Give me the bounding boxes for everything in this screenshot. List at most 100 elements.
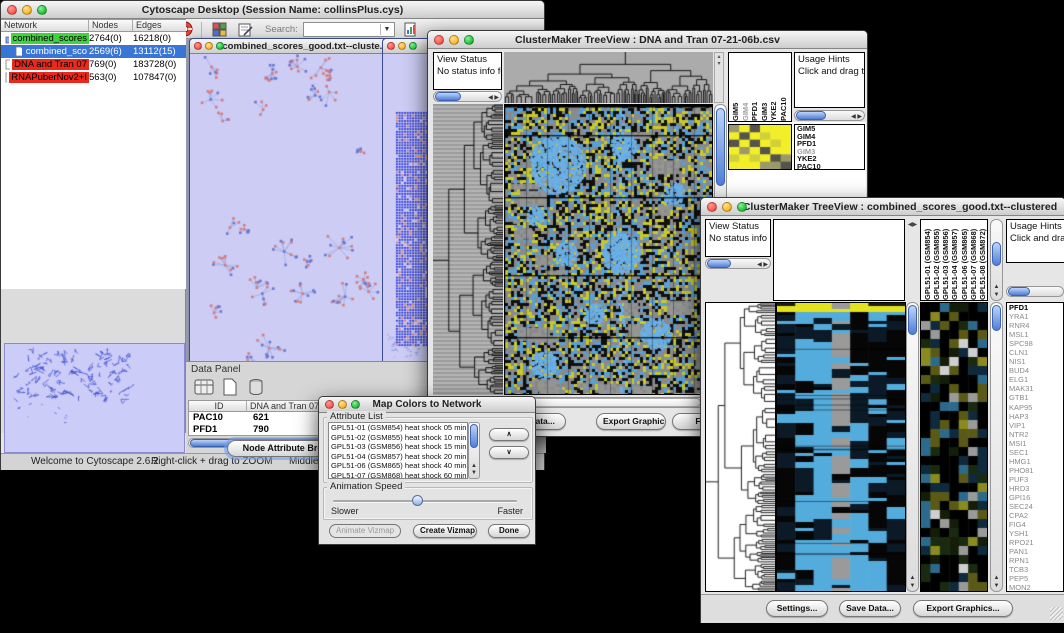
- gene-label: NIS1: [1007, 357, 1063, 366]
- minimize-button[interactable]: [338, 400, 347, 409]
- network-name-cell[interactable]: combined_scores: [1, 33, 89, 44]
- labels-vscrollbar[interactable]: ▲ ▼: [990, 219, 1003, 301]
- column-label: GPL51-08 (GSM872): [978, 220, 987, 300]
- zoom-button[interactable]: [351, 400, 360, 409]
- network-canvas[interactable]: [190, 54, 390, 370]
- minimize-button[interactable]: [398, 42, 406, 50]
- scroll-down-arrow[interactable]: ▼: [991, 292, 1002, 298]
- export-graphics-button[interactable]: Export Graphics...: [913, 600, 1013, 617]
- attribute-list-item[interactable]: GPL51-01 (GSM854) heat shock 05 min: [329, 423, 467, 433]
- scroll-down-arrow[interactable]: ▼: [469, 470, 479, 476]
- network-list-row[interactable]: combined_scores2764(0)16218(0): [1, 32, 186, 45]
- main-title-bar[interactable]: Cytoscape Desktop (Session Name: collins…: [1, 1, 544, 19]
- zoom-vscrollbar[interactable]: ▲ ▼: [990, 302, 1003, 592]
- heatmap-global-view[interactable]: [504, 104, 713, 395]
- table-cell[interactable]: PAC10: [189, 412, 247, 424]
- network-list-row[interactable]: RNAPuberNov2+I563(0)107847(0): [1, 71, 186, 84]
- attribute-list-item[interactable]: GPL51-06 (GSM865) heat shock 40 min: [329, 461, 467, 471]
- minimize-button[interactable]: [449, 35, 459, 45]
- view-status-panel: View StatusNo status info for: [705, 219, 771, 257]
- close-button[interactable]: [387, 42, 395, 50]
- attribute-list-item[interactable]: GPL51-07 (GSM868) heat shock 60 min: [329, 471, 467, 480]
- zoom-button[interactable]: [216, 42, 224, 50]
- scroll-up-arrow[interactable]: ▲: [991, 284, 1002, 290]
- scroll-up-arrow[interactable]: ▲: [991, 575, 1002, 581]
- status-welcome: Welcome to Cytoscape 2.6.2: [31, 454, 159, 470]
- network-list-row[interactable]: DNA and Tran 07769(0)183728(0): [1, 58, 186, 71]
- label-scroll-arrows[interactable]: ◀▶: [906, 219, 919, 231]
- attribute-list-item[interactable]: GPL51-03 (GSM856) heat shock 15 min: [329, 442, 467, 452]
- view-status-hscrollbar[interactable]: ◀ ▶: [433, 91, 502, 102]
- treeview2-title-bar[interactable]: ClusterMaker TreeView : combined_scores_…: [701, 198, 1064, 216]
- network-report-icon[interactable]: [401, 20, 421, 38]
- treeview1-title-bar[interactable]: ClusterMaker TreeView : DNA and Tran 07-…: [428, 31, 867, 49]
- attribute-list-vscrollbar[interactable]: ▲ ▼: [468, 422, 480, 479]
- scroll-arrows[interactable]: ◀ ▶: [757, 261, 768, 268]
- network-name-cell[interactable]: RNAPuberNov2+I: [1, 72, 89, 83]
- view-status-hscrollbar[interactable]: ◀ ▶: [705, 258, 771, 269]
- close-button[interactable]: [434, 35, 444, 45]
- move-down-button[interactable]: ∨: [489, 446, 529, 459]
- close-button[interactable]: [7, 5, 17, 15]
- column-header-edges[interactable]: Edges: [133, 20, 186, 32]
- column-tree-area[interactable]: [773, 219, 905, 301]
- scroll-arrows[interactable]: ◀ ▶: [488, 94, 499, 101]
- close-button[interactable]: [707, 202, 717, 212]
- save-data-button[interactable]: Save Data...: [839, 600, 901, 617]
- attribute-list-label: Attribute List: [327, 411, 386, 422]
- delete-attribute-icon[interactable]: [248, 378, 264, 401]
- new-attribute-icon[interactable]: [222, 378, 238, 401]
- zoom-button[interactable]: [37, 5, 47, 15]
- export-graphics-button[interactable]: Export Graphics...: [596, 413, 666, 430]
- usage-hscrollbar[interactable]: ◀ ▶: [794, 110, 865, 121]
- network-name-cell[interactable]: combined_sco: [1, 46, 89, 57]
- column-header-nodes[interactable]: Nodes: [89, 20, 133, 32]
- vizmapper-icon[interactable]: [209, 20, 229, 38]
- attribute-list-item[interactable]: GPL51-02 (GSM855) heat shock 10 min: [329, 433, 467, 443]
- birdseye-view[interactable]: [4, 343, 185, 453]
- heatmap-global-view[interactable]: [776, 302, 906, 592]
- attribute-list[interactable]: GPL51-01 (GSM854) heat shock 05 minGPL51…: [328, 422, 468, 479]
- move-up-button[interactable]: ∧: [489, 428, 529, 441]
- column-header-network[interactable]: Network: [1, 20, 89, 32]
- speed-slider-track[interactable]: [333, 500, 517, 503]
- minimize-button[interactable]: [22, 5, 32, 15]
- zoom-gene-labels: PFD1YRA1RNR4MSL1SPC98CLN1NIS1BUD4ELG1MAK…: [1006, 302, 1064, 592]
- scroll-arrows[interactable]: ◀ ▶: [851, 113, 862, 120]
- minimize-button[interactable]: [722, 202, 732, 212]
- settings-button[interactable]: Settings...: [766, 600, 828, 617]
- gene-list-hscrollbar[interactable]: [1006, 286, 1064, 297]
- table-cell[interactable]: PFD1: [189, 424, 247, 436]
- column-tree-scroll-strip[interactable]: ▴▾: [714, 52, 724, 103]
- zoom-button[interactable]: [409, 42, 417, 50]
- resize-grip[interactable]: [1050, 607, 1063, 620]
- create-vizmap-button[interactable]: Create Vizmap: [413, 524, 477, 538]
- row-dendrogram[interactable]: [705, 302, 776, 592]
- network-list-row[interactable]: combined_sco2569(6)13112(15): [1, 45, 186, 58]
- zoom-button[interactable]: [737, 202, 747, 212]
- close-button[interactable]: [194, 42, 202, 50]
- done-button[interactable]: Done: [488, 524, 530, 538]
- minimize-button[interactable]: [205, 42, 213, 50]
- heatmap-vscrollbar[interactable]: ▲ ▼: [906, 302, 919, 592]
- scroll-down-arrow[interactable]: ▼: [991, 583, 1002, 589]
- heatmap-zoom-view[interactable]: [728, 124, 792, 170]
- scroll-up-arrow[interactable]: ▲: [907, 575, 918, 581]
- row-dendrogram[interactable]: [433, 104, 503, 395]
- scroll-down-arrow[interactable]: ▼: [907, 583, 918, 589]
- close-button[interactable]: [325, 400, 334, 409]
- speed-slider-thumb[interactable]: [412, 495, 423, 506]
- scroll-up-arrow[interactable]: ▲: [469, 463, 479, 469]
- column-dendrogram[interactable]: [504, 52, 713, 103]
- annotation-icon[interactable]: [235, 20, 255, 38]
- search-input[interactable]: ▼: [303, 22, 395, 37]
- search-dropdown-arrow[interactable]: ▼: [380, 24, 393, 35]
- heatmap-zoom-view[interactable]: [920, 302, 988, 592]
- attribute-table-icon[interactable]: [194, 378, 214, 401]
- network-name-cell[interactable]: DNA and Tran 07: [1, 59, 89, 70]
- gene-label: PEP5: [1007, 574, 1063, 583]
- id-column-header[interactable]: ID: [189, 401, 247, 412]
- zoom-button[interactable]: [464, 35, 474, 45]
- attribute-list-item[interactable]: GPL51-04 (GSM857) heat shock 20 min: [329, 452, 467, 462]
- gene-label: MSL1: [1007, 330, 1063, 339]
